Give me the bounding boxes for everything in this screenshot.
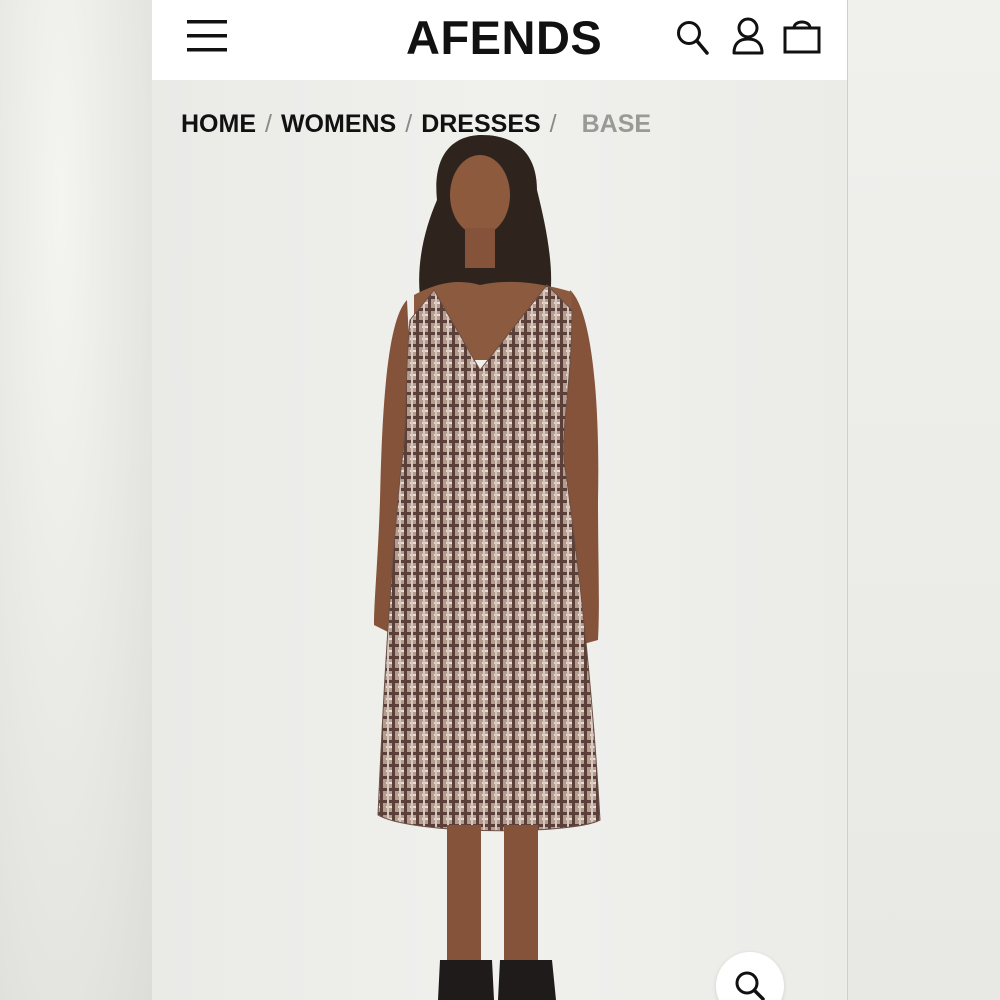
user-icon[interactable] [732, 17, 764, 55]
dress [377, 284, 601, 832]
site-header: AFENDS [152, 0, 847, 80]
shopping-bag-icon[interactable] [783, 17, 821, 55]
brand-logo[interactable]: AFENDS [406, 12, 602, 64]
hamburger-menu-icon[interactable] [186, 18, 228, 54]
breadcrumb: HOME / WOMENS / DRESSES / BASE [181, 108, 651, 142]
background-left [0, 0, 152, 1000]
breadcrumb-womens[interactable]: WOMENS [281, 108, 396, 140]
magnifier-icon [735, 971, 765, 1000]
background-right [847, 0, 1000, 1000]
breadcrumb-dresses[interactable]: DRESSES [421, 108, 540, 140]
product-image[interactable] [152, 80, 847, 1000]
mobile-page: AFENDS HOME / WOMENS / DRESSES / BASE [152, 0, 848, 1000]
breadcrumb-current: BASE [581, 110, 652, 138]
breadcrumb-separator: / [405, 110, 413, 138]
breadcrumb-home[interactable]: HOME [181, 108, 256, 140]
breadcrumb-separator: / [265, 110, 272, 138]
search-icon[interactable] [676, 20, 710, 56]
breadcrumb-separator: / [549, 110, 557, 138]
